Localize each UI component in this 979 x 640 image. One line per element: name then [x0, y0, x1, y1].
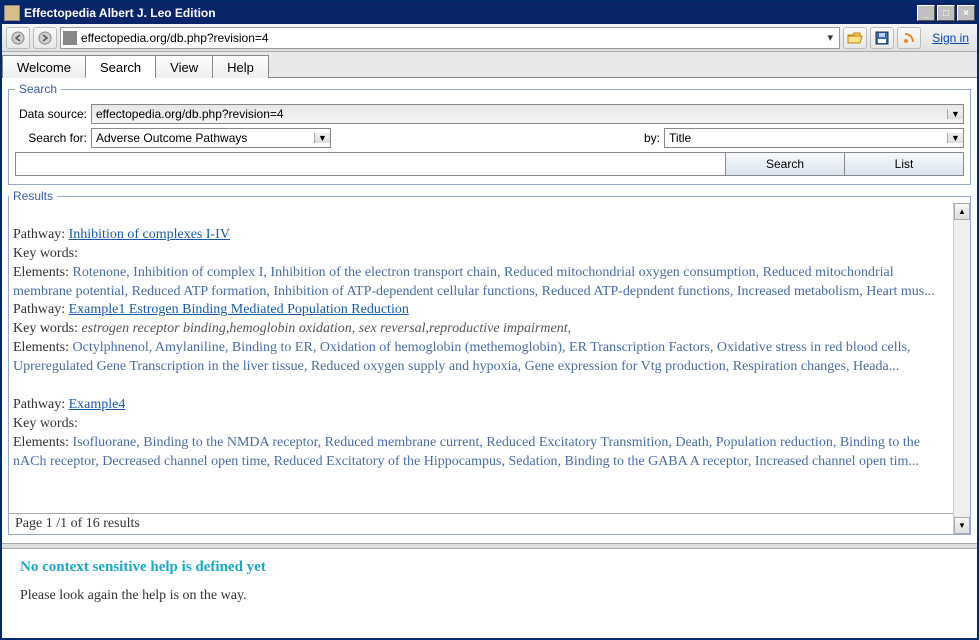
searchfor-combo[interactable]: Adverse Outcome Pathways ▼	[91, 128, 331, 148]
keywords-label: Key words:	[13, 416, 78, 431]
search-panel: Search Data source: effectopedia.org/db.…	[8, 82, 971, 185]
maximize-button[interactable]: □	[937, 5, 955, 21]
datasource-combo[interactable]: effectopedia.org/db.php?revision=4 ▼	[91, 104, 964, 124]
elements-text: Rotenone, Inhibition of complex I, Inhib…	[13, 265, 935, 299]
window-title: Effectopedia Albert J. Leo Edition	[24, 6, 915, 20]
pathway-link[interactable]: Inhibition of complexes I-IV	[69, 227, 230, 242]
searchfor-value: Adverse Outcome Pathways	[92, 131, 314, 145]
pathway-label: Pathway:	[13, 227, 69, 242]
search-input[interactable]	[15, 152, 726, 176]
elements-text: Octylphnenol, Amylaniline, Binding to ER…	[13, 340, 910, 374]
pathway-label: Pathway:	[13, 397, 69, 412]
open-button[interactable]	[843, 27, 867, 49]
folder-open-icon	[847, 31, 863, 45]
site-icon	[63, 31, 77, 45]
chevron-down-icon[interactable]: ▼	[314, 133, 330, 143]
results-footer: Page 1 /1 of 16 results 1	[9, 513, 970, 534]
scroll-up-icon[interactable]: ▲	[954, 203, 970, 220]
help-title: No context sensitive help is defined yet	[20, 559, 959, 576]
elements-label: Elements:	[13, 435, 73, 450]
list-button[interactable]: List	[844, 152, 964, 176]
arrow-left-icon	[11, 31, 25, 45]
help-body: Please look again the help is on the way…	[20, 588, 959, 604]
save-button[interactable]	[870, 27, 894, 49]
forward-button[interactable]	[33, 27, 57, 49]
searchfor-label: Search for:	[15, 131, 87, 145]
elements-label: Elements:	[13, 340, 73, 355]
chevron-down-icon[interactable]: ▼	[947, 109, 963, 119]
by-label: by:	[636, 131, 660, 145]
results-panel: Results Pathway: Inhibition of complexes…	[8, 189, 971, 535]
keywords-text: estrogen receptor binding,hemoglobin oxi…	[81, 321, 571, 336]
tab-welcome[interactable]: Welcome	[2, 55, 86, 78]
toolbar: ▾ Sign in	[2, 24, 977, 52]
address-dropdown-button[interactable]: ▾	[823, 31, 837, 44]
scroll-down-icon[interactable]: ▼	[954, 517, 970, 534]
broadcast-button[interactable]	[897, 27, 921, 49]
app-icon	[4, 5, 20, 21]
tab-help[interactable]: Help	[212, 55, 269, 78]
pathway-link[interactable]: Example4	[69, 397, 126, 412]
tab-bar: Welcome Search View Help	[2, 52, 977, 78]
close-button[interactable]: ×	[957, 5, 975, 21]
address-input[interactable]	[81, 31, 823, 45]
keywords-label: Key words:	[13, 321, 81, 336]
results-body: Pathway: Inhibition of complexes I-IV Ke…	[9, 203, 970, 513]
elements-text: Isofluorane, Binding to the NMDA recepto…	[13, 435, 920, 469]
search-legend: Search	[15, 82, 61, 96]
page-text: Page 1 /1 of 16 results	[15, 516, 140, 532]
pathway-label: Pathway:	[13, 302, 69, 317]
keywords-label: Key words:	[13, 246, 78, 261]
arrow-right-icon	[38, 31, 52, 45]
datasource-value: effectopedia.org/db.php?revision=4	[92, 107, 947, 121]
tab-search[interactable]: Search	[85, 55, 156, 78]
result-item: Pathway: Example4 Key words: Elements: I…	[13, 396, 950, 472]
address-bar[interactable]: ▾	[60, 27, 840, 49]
elements-label: Elements:	[13, 265, 73, 280]
by-combo[interactable]: Title ▼	[664, 128, 964, 148]
search-button[interactable]: Search	[725, 152, 845, 176]
back-button[interactable]	[6, 27, 30, 49]
tab-view[interactable]: View	[155, 55, 213, 78]
help-panel: No context sensitive help is defined yet…	[2, 549, 977, 614]
chevron-down-icon[interactable]: ▼	[947, 133, 963, 143]
result-item: Pathway: Example1 Estrogen Binding Media…	[13, 301, 950, 377]
result-item: Pathway: Inhibition of complexes I-IV Ke…	[13, 226, 950, 302]
floppy-disk-icon	[875, 31, 889, 45]
results-scrollbar[interactable]: ▲ ▼	[953, 203, 970, 534]
rss-icon	[902, 31, 916, 45]
pathway-link[interactable]: Example1 Estrogen Binding Mediated Popul…	[69, 302, 409, 317]
sign-in-link[interactable]: Sign in	[932, 31, 969, 45]
datasource-label: Data source:	[15, 107, 87, 121]
titlebar: Effectopedia Albert J. Leo Edition _ □ ×	[2, 2, 977, 24]
results-legend: Results	[9, 189, 57, 203]
minimize-button[interactable]: _	[917, 5, 935, 21]
by-value: Title	[665, 131, 947, 145]
